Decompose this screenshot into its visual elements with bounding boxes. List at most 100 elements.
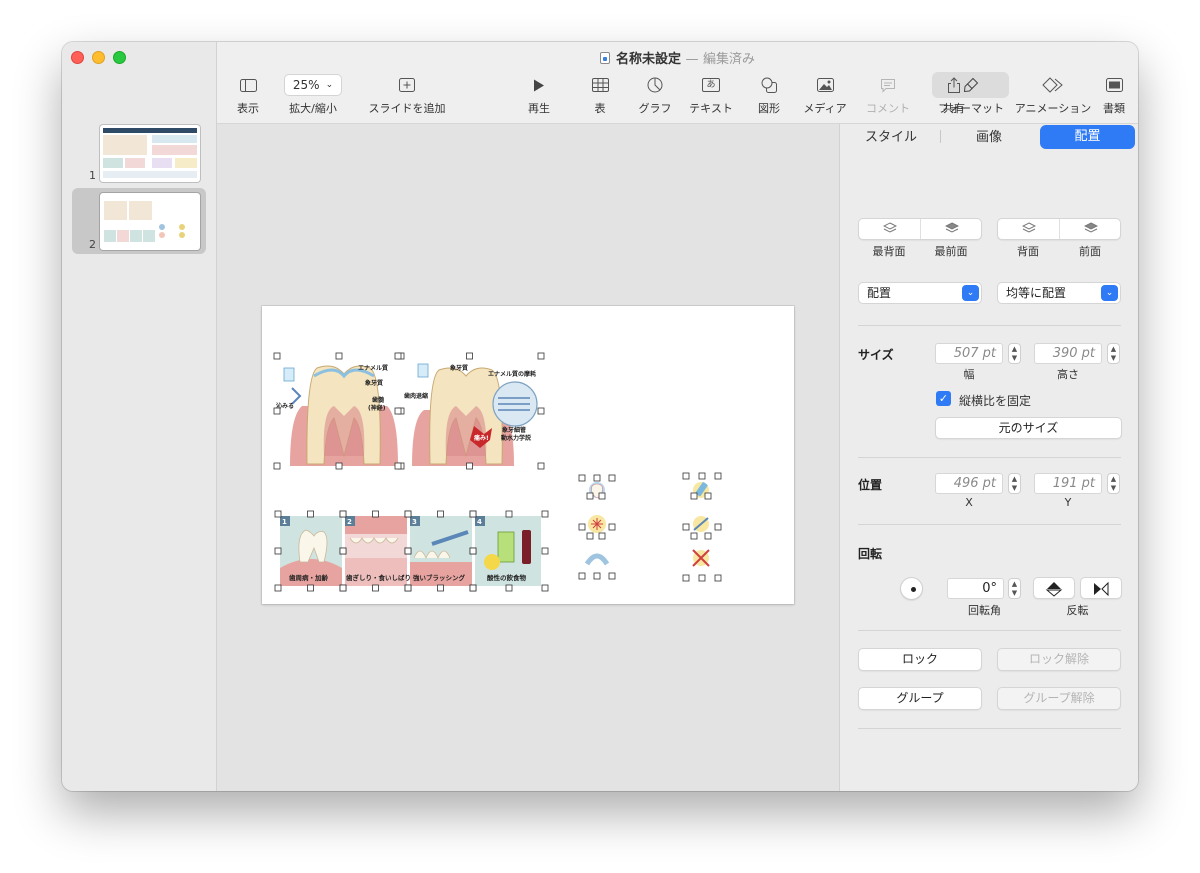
- selection-handle[interactable]: [394, 462, 402, 470]
- send-to-back-button[interactable]: [859, 219, 921, 239]
- selection-handle[interactable]: [274, 547, 282, 555]
- selection-handle[interactable]: [372, 510, 379, 518]
- selection-handle[interactable]: [394, 407, 402, 415]
- ungroup-button[interactable]: グループ解除: [997, 687, 1121, 710]
- group-button[interactable]: グループ: [858, 687, 982, 710]
- selection-handle[interactable]: [682, 574, 690, 582]
- zoom-select[interactable]: 25% ⌄: [283, 74, 343, 96]
- bring-to-front-button[interactable]: [921, 219, 983, 239]
- selection-handle[interactable]: [372, 584, 379, 592]
- flip-horizontal-button[interactable]: [1080, 577, 1122, 599]
- x-stepper[interactable]: ▲ ▼: [1008, 473, 1021, 494]
- selection-handle[interactable]: [505, 584, 513, 592]
- add-slide-button[interactable]: スライドを追加: [352, 74, 462, 118]
- media-button[interactable]: メディア: [797, 74, 853, 118]
- rotation-wheel[interactable]: [900, 577, 923, 600]
- width-stepper[interactable]: ▲ ▼: [1008, 343, 1021, 364]
- selection-handle[interactable]: [593, 572, 601, 580]
- comment-button[interactable]: コメント: [860, 74, 916, 118]
- send-backward-button[interactable]: [998, 219, 1060, 239]
- current-slide[interactable]: エナメル質 象牙質 歯髄 (神経) 沁みる 痛み! 象牙質 エナメル質の摩耗 歯…: [262, 306, 794, 604]
- selection-handle[interactable]: [714, 472, 722, 480]
- selection-handle[interactable]: [307, 510, 314, 518]
- align-select[interactable]: 配置 ⌄: [858, 282, 982, 304]
- selection-handle[interactable]: [466, 462, 473, 470]
- selection-handle[interactable]: [586, 532, 594, 540]
- tab-image[interactable]: 画像: [950, 126, 1028, 150]
- selection-handle[interactable]: [469, 510, 477, 518]
- selection-handle[interactable]: [335, 462, 343, 470]
- selection-handle[interactable]: [404, 510, 412, 518]
- minimize-window-button[interactable]: [92, 51, 105, 64]
- shape-button[interactable]: 図形: [751, 74, 787, 118]
- selection-handle[interactable]: [598, 532, 606, 540]
- selection-handle[interactable]: [698, 472, 706, 480]
- selection-handle[interactable]: [339, 584, 347, 592]
- constrain-proportions-checkbox[interactable]: ✓: [936, 391, 951, 406]
- document-button[interactable]: 書類: [1097, 74, 1131, 118]
- selection-handle[interactable]: [682, 472, 690, 480]
- y-stepper[interactable]: ▲ ▼: [1107, 473, 1120, 494]
- tooth-diagram-2[interactable]: 痛み! 象牙質 エナメル質の摩耗 歯肉退縮 象牙細管 動水力学説: [402, 358, 542, 466]
- unlock-button[interactable]: ロック解除: [997, 648, 1121, 671]
- zoom-control[interactable]: 25% ⌄ 拡大/縮小: [281, 74, 345, 118]
- selection-handle[interactable]: [437, 510, 444, 518]
- selection-handle[interactable]: [273, 352, 281, 360]
- selection-handle[interactable]: [541, 547, 549, 555]
- selection-handle[interactable]: [537, 407, 545, 415]
- selection-handle[interactable]: [339, 547, 347, 555]
- selection-handle[interactable]: [404, 584, 412, 592]
- selection-handle[interactable]: [541, 584, 549, 592]
- view-button[interactable]: 表示: [228, 74, 268, 118]
- selection-handle[interactable]: [698, 574, 706, 582]
- selection-handle[interactable]: [704, 492, 712, 500]
- selection-handle[interactable]: [505, 510, 513, 518]
- selection-handle[interactable]: [335, 352, 343, 360]
- lock-button[interactable]: ロック: [858, 648, 982, 671]
- selection-handle[interactable]: [274, 584, 282, 592]
- selection-handle[interactable]: [537, 462, 545, 470]
- selection-handle[interactable]: [690, 492, 698, 500]
- text-button[interactable]: あ テキスト: [683, 74, 739, 118]
- selection-handle[interactable]: [586, 492, 594, 500]
- selection-handle[interactable]: [466, 352, 473, 360]
- chart-button[interactable]: グラフ: [630, 74, 680, 118]
- selection-handle[interactable]: [608, 523, 616, 531]
- zoom-window-button[interactable]: [113, 51, 126, 64]
- table-button[interactable]: 表: [585, 74, 615, 118]
- play-button[interactable]: 再生: [521, 74, 557, 118]
- selection-handle[interactable]: [714, 523, 722, 531]
- selection-handle[interactable]: [274, 510, 282, 518]
- slide-thumbnail-2[interactable]: 2: [72, 188, 206, 254]
- close-window-button[interactable]: [71, 51, 84, 64]
- selection-handle[interactable]: [469, 584, 477, 592]
- selection-handle[interactable]: [578, 572, 586, 580]
- original-size-button[interactable]: 元のサイズ: [935, 417, 1122, 439]
- x-field[interactable]: 496 pt: [935, 473, 1003, 494]
- bring-forward-button[interactable]: [1060, 219, 1122, 239]
- animate-button[interactable]: アニメーション: [1013, 74, 1093, 118]
- selection-handle[interactable]: [608, 572, 616, 580]
- rotation-angle-field[interactable]: 0°: [947, 578, 1004, 599]
- flip-vertical-button[interactable]: [1033, 577, 1075, 599]
- selection-handle[interactable]: [437, 584, 444, 592]
- selection-handle[interactable]: [704, 532, 712, 540]
- width-field[interactable]: 507 pt: [935, 343, 1003, 364]
- selection-handle[interactable]: [593, 474, 601, 482]
- selection-handle[interactable]: [273, 462, 281, 470]
- rotation-stepper[interactable]: ▲ ▼: [1008, 578, 1021, 599]
- tab-arrange[interactable]: 配置: [1040, 125, 1135, 149]
- selection-handle[interactable]: [682, 523, 690, 531]
- selection-handle[interactable]: [578, 523, 586, 531]
- selection-handle[interactable]: [404, 547, 412, 555]
- distribute-select[interactable]: 均等に配置 ⌄: [997, 282, 1121, 304]
- height-field[interactable]: 390 pt: [1034, 343, 1102, 364]
- tab-style[interactable]: スタイル: [852, 126, 930, 150]
- slide-thumbnail-1[interactable]: 1: [72, 122, 206, 188]
- format-button[interactable]: フォーマット: [936, 74, 1006, 118]
- selection-handle[interactable]: [469, 547, 477, 555]
- selection-handle[interactable]: [541, 510, 549, 518]
- selection-handle[interactable]: [608, 474, 616, 482]
- selection-handle[interactable]: [273, 407, 281, 415]
- height-stepper[interactable]: ▲ ▼: [1107, 343, 1120, 364]
